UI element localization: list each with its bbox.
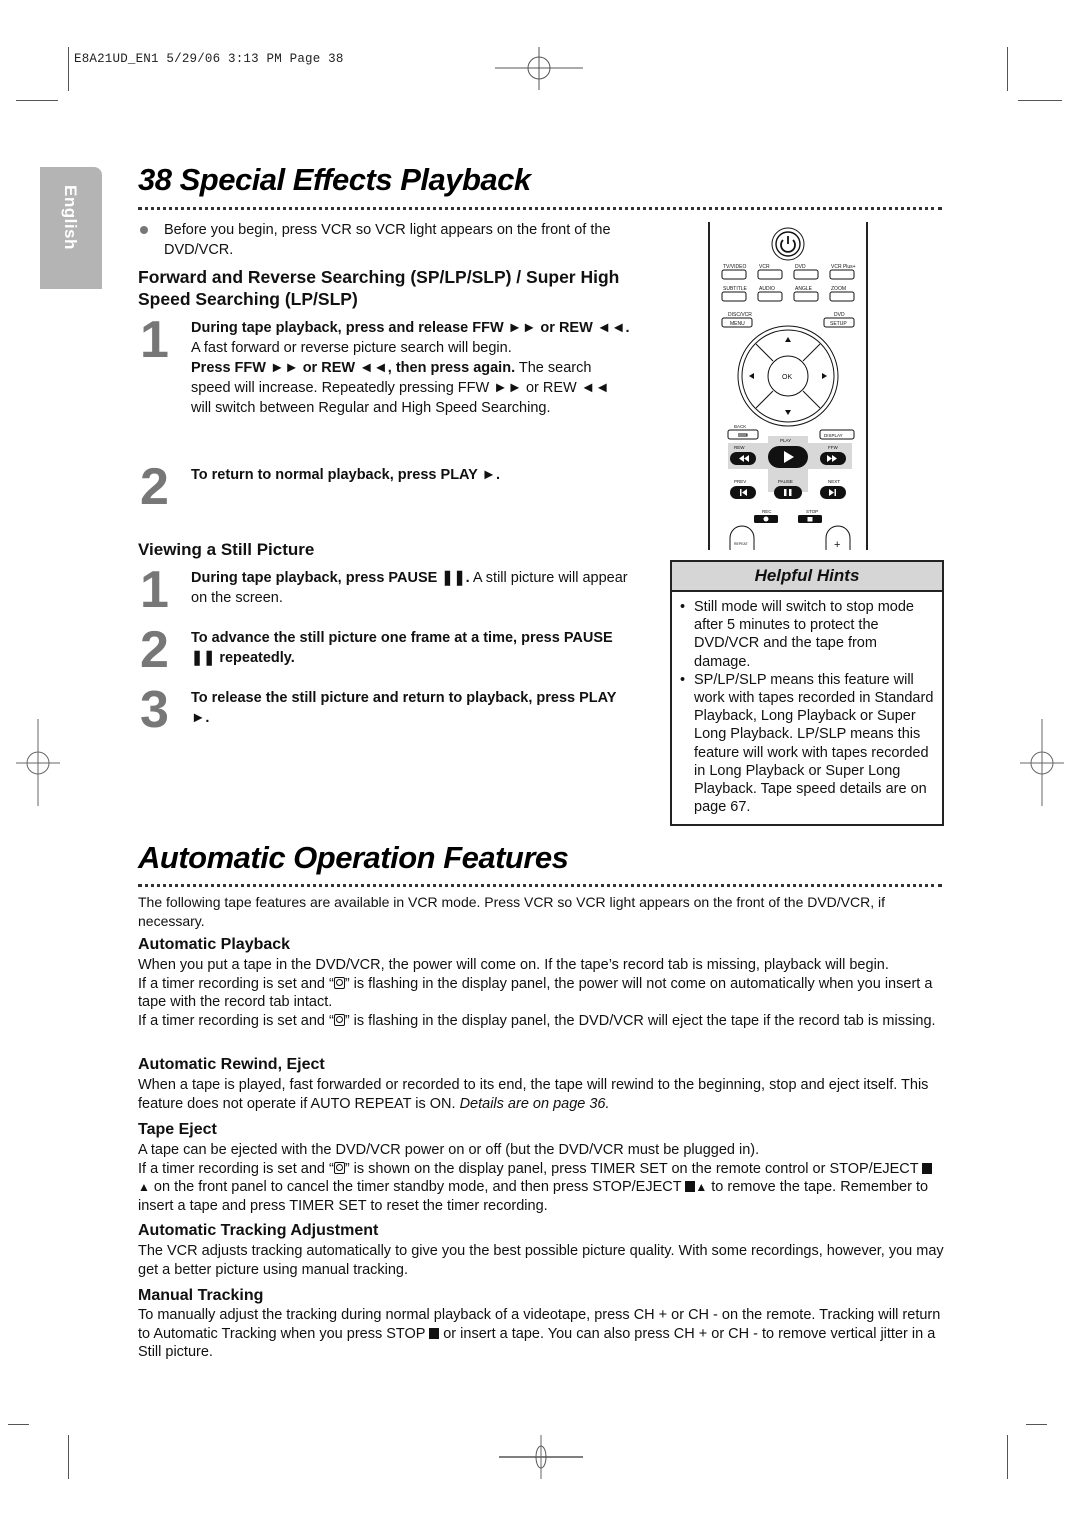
repeat-plus-buttons: REPEAT + bbox=[729, 525, 851, 550]
heading-automatic-tracking: Automatic Tracking Adjustment bbox=[138, 1222, 379, 1239]
stop-icon bbox=[685, 1181, 696, 1192]
navigation-ring: OK bbox=[737, 325, 839, 427]
remote-button-row: TV/VIDEO VCR DVD VCR Plus+ bbox=[721, 264, 856, 280]
hints-list: Still mode will switch to stop mode afte… bbox=[672, 598, 942, 816]
timer-icon bbox=[333, 1013, 345, 1026]
stop-icon bbox=[922, 1162, 933, 1174]
repeat-label: REPEAT bbox=[734, 542, 749, 546]
bullet-icon bbox=[140, 226, 148, 234]
menu-label: MENU bbox=[730, 321, 745, 327]
crop-mark bbox=[1007, 47, 1008, 91]
pause-label: PAUSE bbox=[778, 479, 793, 484]
page-title: 38 Special Effects Playback bbox=[138, 162, 531, 197]
rec-label: REC bbox=[762, 509, 772, 514]
search-step: 2 To return to normal playback, press PL… bbox=[140, 458, 501, 516]
back-label: BACK bbox=[734, 424, 746, 429]
registration-mark-icon bbox=[495, 47, 583, 90]
remote-control-illustration: TV/VIDEO VCR DVD VCR Plus+ SUBTITLE AUDIO ANG… bbox=[708, 222, 868, 550]
setup-label: SETUP bbox=[830, 321, 847, 327]
crop-mark bbox=[1007, 1435, 1008, 1479]
remote-button-label: ANGLE bbox=[795, 286, 813, 292]
timer-icon bbox=[333, 1161, 345, 1174]
eject-icon: ▲ bbox=[138, 1180, 150, 1194]
heading-searching: Forward and Reverse Searching (SP/LP/SLP… bbox=[138, 267, 620, 309]
display-label: DISPLAY bbox=[824, 433, 843, 438]
crop-mark bbox=[8, 1424, 29, 1425]
remote-button bbox=[793, 269, 819, 280]
remote-button-label: SUBTITLE bbox=[723, 286, 748, 292]
automatic-playback-text: When you put a tape in the DVD/VCR, the … bbox=[138, 957, 936, 1029]
crop-mark bbox=[1018, 100, 1062, 101]
ffw-label: FFW bbox=[828, 445, 838, 450]
plus-label: + bbox=[834, 539, 840, 550]
crop-mark bbox=[16, 100, 58, 101]
remote-button bbox=[829, 291, 855, 302]
heading-still-picture: Viewing a Still Picture bbox=[138, 540, 315, 559]
play-label: PLAY bbox=[780, 438, 791, 443]
hint-item: SP/LP/SLP means this feature will work w… bbox=[680, 671, 936, 817]
remote-button bbox=[721, 291, 747, 302]
language-tab: English bbox=[40, 167, 102, 289]
remote-button-label: AUDIO bbox=[759, 286, 775, 292]
helpful-hints-box: Helpful Hints Still mode will switch to … bbox=[670, 560, 944, 826]
heading-manual-tracking: Manual Tracking bbox=[138, 1287, 264, 1304]
intro-bullet: Before you begin, press VCR so VCR light… bbox=[140, 220, 640, 260]
stop-label: STOP bbox=[806, 509, 818, 514]
tape-eject-text: A tape can be ejected with the DVD/VCR p… bbox=[138, 1141, 944, 1215]
crop-mark bbox=[68, 1435, 69, 1479]
manual-tracking-text: To manually adjust the tracking during n… bbox=[138, 1307, 941, 1360]
section-title: Automatic Operation Features bbox=[138, 840, 569, 875]
setup-top-label: DVD bbox=[834, 312, 845, 318]
rew-label: REW bbox=[734, 445, 745, 450]
pause-icon bbox=[784, 489, 787, 496]
power-button bbox=[771, 227, 805, 261]
menu-top-label: DISC/VCR bbox=[728, 312, 752, 318]
heading-automatic-rewind: Automatic Rewind, Eject bbox=[138, 1056, 325, 1073]
registration-mark-icon bbox=[16, 719, 60, 806]
helpful-hints-title: Helpful Hints bbox=[672, 562, 942, 592]
remote-button-label: VCR Plus+ bbox=[831, 264, 856, 270]
stop-icon bbox=[429, 1327, 440, 1339]
registration-mark-icon bbox=[499, 1435, 583, 1479]
remote-button-label: DVD bbox=[795, 264, 806, 270]
title-divider bbox=[138, 207, 942, 210]
search-step: 1 During tape playback, press and releas… bbox=[140, 311, 630, 416]
ok-label: OK bbox=[782, 374, 792, 381]
previous-icon bbox=[740, 489, 742, 496]
stop-icon bbox=[807, 517, 813, 522]
eject-icon: ▲ bbox=[695, 1180, 708, 1194]
print-slug: E8A21UD_EN1 5/29/06 3:13 PM Page 38 bbox=[74, 52, 344, 66]
section-intro: The following tape features are availabl… bbox=[138, 894, 886, 929]
next-label: NEXT bbox=[828, 479, 840, 484]
prev-label: PREV bbox=[734, 479, 746, 484]
crop-mark bbox=[68, 47, 69, 91]
still-step: 2 To advance the still picture one frame… bbox=[140, 621, 613, 679]
remote-button bbox=[757, 269, 783, 280]
menu-setup-buttons: DISC/VCR MENU DVD SETUP bbox=[721, 312, 855, 328]
remote-button bbox=[793, 291, 819, 302]
remote-button-label: VCR bbox=[759, 264, 770, 270]
remote-button bbox=[829, 269, 855, 280]
remote-button bbox=[757, 291, 783, 302]
still-step: 3 To release the still picture and retur… bbox=[140, 681, 617, 739]
title-divider bbox=[138, 884, 942, 887]
remote-button-row: SUBTITLE AUDIO ANGLE ZOOM bbox=[721, 286, 855, 302]
language-tab-label: English bbox=[61, 185, 80, 250]
registration-mark-icon bbox=[1020, 719, 1064, 806]
remote-button-label: ZOOM bbox=[831, 286, 846, 292]
transport-area: PLAY REW FFW PREV PAUSE NEXT bbox=[728, 436, 852, 499]
heading-tape-eject: Tape Eject bbox=[138, 1121, 217, 1138]
crop-mark bbox=[1026, 1424, 1047, 1425]
automatic-tracking-text: The VCR adjusts tracking automatically t… bbox=[138, 1243, 944, 1278]
remote-button bbox=[721, 269, 747, 280]
timer-icon bbox=[333, 976, 345, 989]
automatic-rewind-text: When a tape is played, fast forwarded or… bbox=[138, 1077, 929, 1112]
still-step: 1 During tape playback, press PAUSE ❚❚. … bbox=[140, 561, 628, 619]
remote-button-label: TV/VIDEO bbox=[723, 264, 746, 270]
heading-automatic-playback: Automatic Playback bbox=[138, 936, 291, 953]
record-icon bbox=[763, 516, 769, 522]
rec-stop-buttons: REC STOP bbox=[754, 509, 822, 523]
hint-item: Still mode will switch to stop mode afte… bbox=[680, 598, 936, 671]
